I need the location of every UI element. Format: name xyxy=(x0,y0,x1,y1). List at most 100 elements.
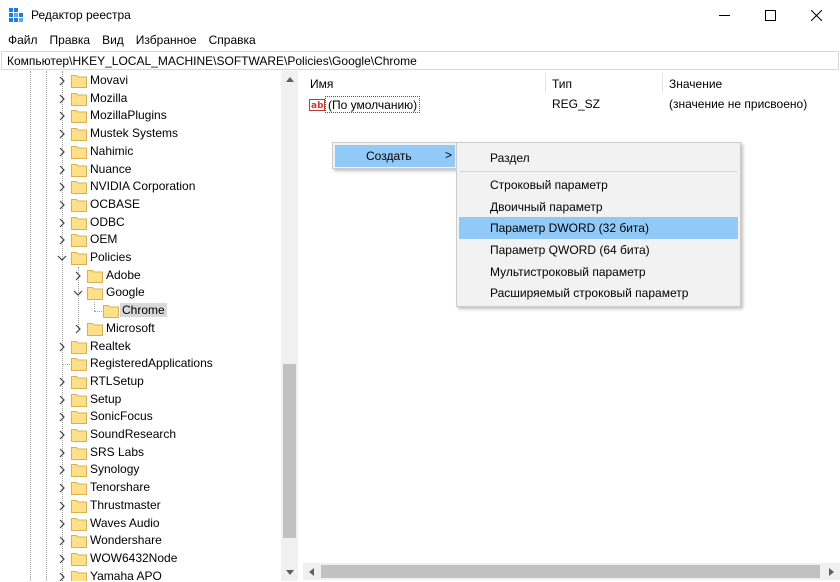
tree-item-label: Nahimic xyxy=(90,143,134,158)
tree-item-wondershare[interactable]: Wondershare xyxy=(1,532,281,550)
tree-item-microsoft[interactable]: Microsoft xyxy=(1,320,281,338)
menu-favorites[interactable]: Избранное xyxy=(130,31,203,50)
chevron-right-icon[interactable] xyxy=(57,465,67,475)
tree-item-waves-audio[interactable]: Waves Audio xyxy=(1,515,281,533)
tree-item-nvidia-corporation[interactable]: NVIDIA Corporation xyxy=(1,178,281,196)
tree-item-registeredapplications[interactable]: RegisteredApplications xyxy=(1,355,281,373)
chevron-right-icon[interactable] xyxy=(57,377,67,387)
tree-item-mozillaplugins[interactable]: MozillaPlugins xyxy=(1,107,281,125)
chevron-right-icon[interactable] xyxy=(57,572,67,581)
tree-item-chrome[interactable]: Chrome xyxy=(1,302,281,320)
close-button[interactable] xyxy=(793,0,839,31)
tree-item-srs-labs[interactable]: SRS Labs xyxy=(1,444,281,462)
scroll-down-button[interactable] xyxy=(281,564,298,581)
chevron-right-icon[interactable] xyxy=(57,111,67,121)
scroll-up-button[interactable] xyxy=(281,71,298,88)
tree-item-sonicfocus[interactable]: SonicFocus xyxy=(1,408,281,426)
value-name-cell[interactable]: (По умолчанию) xyxy=(325,96,421,113)
chevron-left-icon xyxy=(309,567,314,576)
tree-item-mozilla[interactable]: Mozilla xyxy=(1,90,281,108)
chevron-right-icon[interactable] xyxy=(57,554,67,564)
tree-item-policies[interactable]: Policies xyxy=(1,249,281,267)
tree-item-soundresearch[interactable]: SoundResearch xyxy=(1,426,281,444)
menu-item-create[interactable]: Создать > xyxy=(335,145,455,167)
chevron-right-icon[interactable] xyxy=(57,165,67,175)
tree-item-odbc[interactable]: ODBC xyxy=(1,214,281,232)
svg-text:ab: ab xyxy=(311,101,324,111)
menu-file[interactable]: Файл xyxy=(2,31,44,50)
column-header-value[interactable]: Значение xyxy=(662,71,840,96)
chevron-right-icon[interactable] xyxy=(57,412,67,422)
column-header-type[interactable]: Тип xyxy=(545,71,662,96)
chevron-down-icon[interactable] xyxy=(57,253,67,263)
minimize-icon xyxy=(718,15,730,16)
submenu-item-6[interactable]: Расширяемый строковый параметр xyxy=(459,282,738,304)
chevron-right-icon[interactable] xyxy=(57,395,67,405)
tree-item-nahimic[interactable]: Nahimic xyxy=(1,143,281,161)
tree-item-tenorshare[interactable]: Tenorshare xyxy=(1,479,281,497)
minimize-button[interactable] xyxy=(701,0,747,31)
chevron-right-icon[interactable] xyxy=(57,519,67,529)
tree-vertical-scrollbar[interactable] xyxy=(281,71,298,581)
tree-item-google[interactable]: Google xyxy=(1,284,281,302)
scroll-left-button[interactable] xyxy=(303,563,320,580)
chevron-right-icon[interactable] xyxy=(57,94,67,104)
tree-item-rtlsetup[interactable]: RTLSetup xyxy=(1,373,281,391)
chevron-right-icon[interactable] xyxy=(73,271,83,281)
tree-item-label: OCBASE xyxy=(90,196,141,211)
submenu-item-3[interactable]: Параметр DWORD (32 бита) xyxy=(459,217,738,239)
chevron-right-icon[interactable] xyxy=(57,129,67,139)
list-horizontal-scrollbar[interactable] xyxy=(303,563,840,580)
chevron-right-icon[interactable] xyxy=(57,218,67,228)
submenu-item-0[interactable]: Раздел xyxy=(459,147,738,169)
scroll-right-button[interactable] xyxy=(823,563,840,580)
menu-help[interactable]: Справка xyxy=(203,31,262,50)
tree-item-mustek-systems[interactable]: Mustek Systems xyxy=(1,125,281,143)
chevron-right-icon[interactable] xyxy=(57,76,67,86)
tree-item-wow6432node[interactable]: WOW6432Node xyxy=(1,550,281,568)
folder-icon xyxy=(71,128,87,142)
submenu-item-5[interactable]: Мультистроковый параметр xyxy=(459,261,738,283)
column-header-name[interactable]: Имя xyxy=(303,71,545,96)
submenu-item-4[interactable]: Параметр QWORD (64 бита) xyxy=(459,239,738,261)
tree-item-label: Synology xyxy=(90,462,140,477)
maximize-button[interactable] xyxy=(747,0,793,31)
tree-item-setup[interactable]: Setup xyxy=(1,391,281,409)
chevron-down-icon[interactable] xyxy=(73,288,83,298)
scrollbar-thumb[interactable] xyxy=(283,364,296,538)
chevron-down-icon xyxy=(285,570,294,575)
tree-item-realtek[interactable]: Realtek xyxy=(1,338,281,356)
tree-item-synology[interactable]: Synology xyxy=(1,461,281,479)
registry-tree[interactable]: Movavi Mozilla MozillaPlugins Mustek System… xyxy=(1,71,298,581)
chevron-right-icon[interactable] xyxy=(57,342,67,352)
chevron-right-icon[interactable] xyxy=(57,536,67,546)
submenu-item-1[interactable]: Строковый параметр xyxy=(459,174,738,196)
tree-item-adobe[interactable]: Adobe xyxy=(1,267,281,285)
menu-view[interactable]: Вид xyxy=(96,31,130,50)
submenu-item-2[interactable]: Двоичный параметр xyxy=(459,196,738,218)
tree-item-ocbase[interactable]: OCBASE xyxy=(1,196,281,214)
tree-item-label: WOW6432Node xyxy=(90,550,178,565)
address-bar[interactable]: Компьютер\HKEY_LOCAL_MACHINE\SOFTWARE\Po… xyxy=(1,51,839,70)
scrollbar-thumb[interactable] xyxy=(321,565,820,578)
chevron-right-icon[interactable] xyxy=(57,182,67,192)
tree-item-oem[interactable]: OEM xyxy=(1,231,281,249)
folder-icon xyxy=(71,499,87,513)
chevron-right-icon[interactable] xyxy=(57,501,67,511)
folder-icon xyxy=(71,163,87,177)
tree-item-movavi[interactable]: Movavi xyxy=(1,72,281,90)
chevron-right-icon[interactable] xyxy=(57,483,67,493)
menu-edit[interactable]: Правка xyxy=(44,31,97,50)
chevron-right-icon[interactable] xyxy=(57,430,67,440)
folder-icon xyxy=(71,252,87,265)
chevron-right-icon[interactable] xyxy=(57,147,67,157)
chevron-right-icon[interactable] xyxy=(57,235,67,245)
chevron-right-icon[interactable] xyxy=(57,200,67,210)
table-row[interactable]: ab (По умолчанию) REG_SZ (значение не пр… xyxy=(303,96,840,114)
tree-item-thrustmaster[interactable]: Thrustmaster xyxy=(1,497,281,515)
tree-item-nuance[interactable]: Nuance xyxy=(1,161,281,179)
tree-item-yamaha-apo[interactable]: Yamaha APO xyxy=(1,568,281,581)
chevron-right-icon[interactable] xyxy=(73,324,83,334)
chevron-right-icon[interactable] xyxy=(57,448,67,458)
tree-item-label: SRS Labs xyxy=(90,444,145,459)
